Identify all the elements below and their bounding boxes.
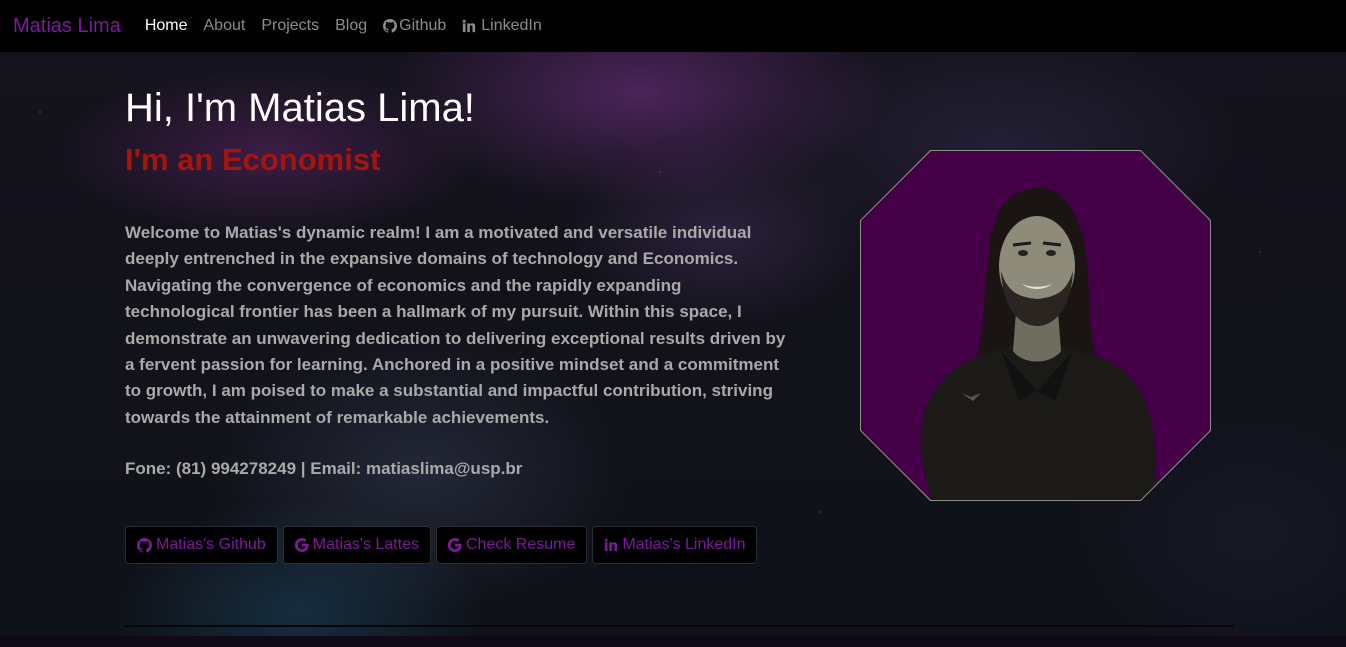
brand-link[interactable]: Matias Lima xyxy=(13,15,121,38)
page-title: Hi, I'm Matias Lima! xyxy=(125,86,475,130)
contact-info: Fone: (81) 994278249 | Email: matiaslima… xyxy=(125,459,523,478)
linkedin-icon xyxy=(462,19,476,33)
github-button-label: Matias's Github xyxy=(156,536,266,553)
google-icon xyxy=(447,538,462,552)
linkedin-icon xyxy=(605,538,618,552)
linkedin-button-label: Matias's LinkedIn xyxy=(622,536,746,553)
nav-linkedin-label: LinkedIn xyxy=(481,17,542,34)
bio-paragraph: Welcome to Matias's dynamic realm! I am … xyxy=(125,223,786,427)
nav-projects-link[interactable]: Projects xyxy=(261,17,319,35)
person-portrait xyxy=(920,187,1157,500)
linkedin-button[interactable]: Matias's LinkedIn xyxy=(592,526,758,564)
google-icon xyxy=(294,538,309,552)
resume-button[interactable]: Check Resume xyxy=(435,526,588,564)
lattes-button[interactable]: Matias's Lattes xyxy=(282,526,431,564)
section-divider xyxy=(125,625,1234,627)
nav-github-link[interactable]: Github xyxy=(383,17,446,35)
github-icon xyxy=(137,537,152,553)
nav-blog-link[interactable]: Blog xyxy=(335,17,367,35)
page-subtitle: I'm an Economist xyxy=(125,142,381,177)
profile-photo-frame xyxy=(860,150,1211,501)
nav-github-label: Github xyxy=(399,17,447,34)
lattes-button-label: Matias's Lattes xyxy=(312,536,419,553)
social-buttons: Matias's Github Matias's Lattes Check Re… xyxy=(125,526,758,564)
github-button[interactable]: Matias's Github xyxy=(125,526,278,564)
navbar: Matias Lima Home About Projects Blog Git… xyxy=(0,0,1346,52)
next-section-edge xyxy=(0,636,1346,647)
profile-photo xyxy=(861,151,1210,500)
nav-home-link[interactable]: Home xyxy=(145,17,188,35)
nav-about-link[interactable]: About xyxy=(204,17,246,35)
github-icon xyxy=(383,19,398,33)
resume-button-label: Check Resume xyxy=(465,536,576,553)
nav-linkedin-link[interactable]: LinkedIn xyxy=(462,17,542,35)
